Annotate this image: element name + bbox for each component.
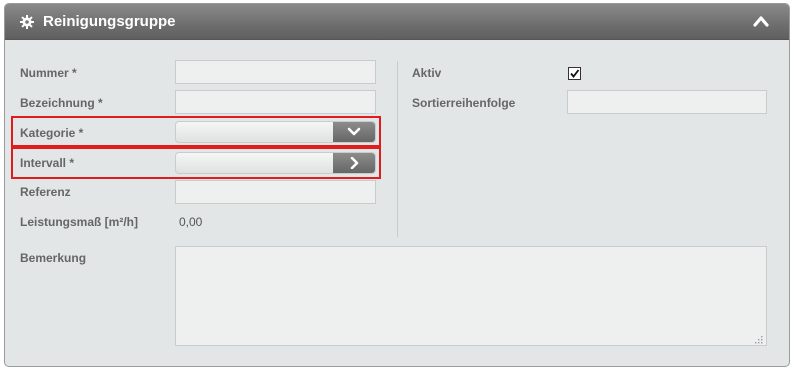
referenz-input[interactable] — [175, 180, 376, 204]
checkmark-icon — [570, 69, 580, 78]
chevron-up-icon[interactable] — [753, 14, 769, 28]
kategorie-highlight — [11, 116, 381, 147]
panel-title: Reinigungsgruppe — [43, 13, 176, 30]
aktiv-checkbox[interactable] — [568, 67, 581, 80]
bezeichnung-input[interactable] — [175, 90, 376, 114]
sortierreihenfolge-input[interactable] — [567, 90, 767, 114]
referenz-label: Referenz — [20, 185, 71, 199]
bemerkung-label: Bemerkung — [20, 251, 87, 265]
leistungsmass-value: 0,00 — [179, 215, 203, 229]
resize-grip-icon[interactable] — [753, 331, 763, 344]
sortierreihenfolge-label: Sortierreihenfolge — [412, 96, 516, 110]
bemerkung-textarea[interactable] — [175, 246, 767, 346]
intervall-highlight — [11, 147, 381, 179]
nummer-input[interactable] — [175, 60, 376, 84]
bezeichnung-label: Bezeichnung * — [20, 96, 103, 110]
reinigungsgruppe-panel: Reinigungsgruppe Nummer * Bezeichnung * … — [4, 3, 790, 367]
column-divider — [397, 61, 398, 237]
nummer-label: Nummer * — [20, 66, 77, 80]
leistungsmass-label: Leistungsmaß [m²/h] — [20, 215, 139, 229]
aktiv-label: Aktiv — [412, 66, 442, 80]
panel-header[interactable]: Reinigungsgruppe — [5, 4, 789, 40]
gear-icon — [20, 15, 34, 29]
